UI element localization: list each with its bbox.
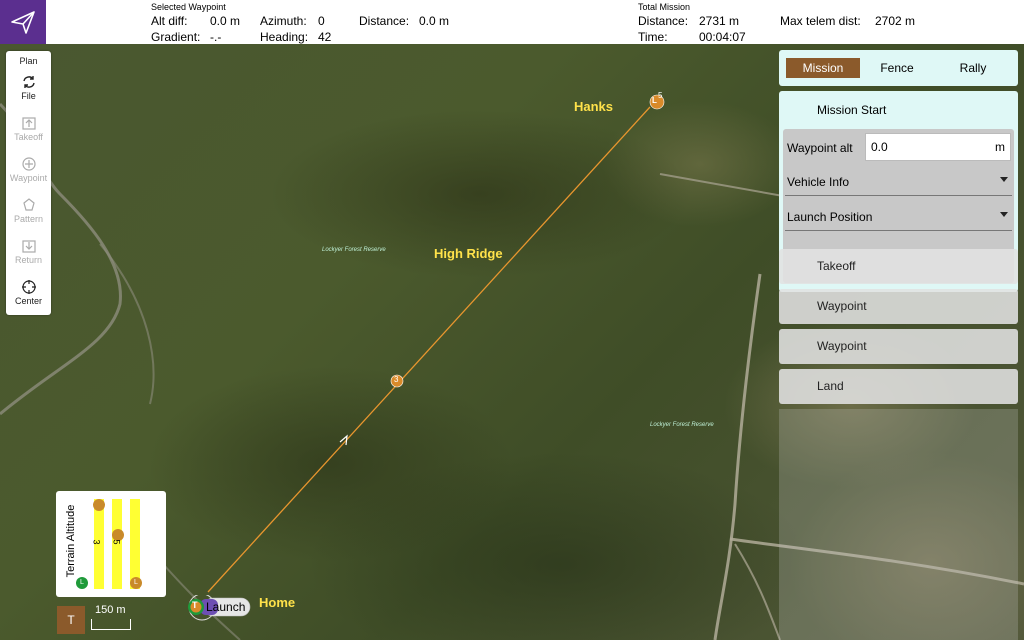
launch-position-dropdown[interactable]: Launch Position [785, 204, 1012, 231]
map-label-home: Home [259, 595, 296, 610]
heading-label: Heading: [260, 30, 309, 44]
map-label-hanks: Hanks [574, 99, 614, 114]
launch-position-label: Launch Position [787, 210, 873, 224]
terrain-waypoint-dot [93, 499, 105, 511]
mission-item-label: Waypoint [817, 299, 867, 313]
alt-diff-value: 0.0 m [210, 14, 241, 28]
mission-panel: Mission Fence Rally Mission Start Waypoi… [779, 50, 1018, 640]
pattern-button[interactable]: Pattern [6, 194, 51, 234]
waypoint-3-number[interactable]: 3 [394, 375, 398, 384]
total-mission-title: Total Mission [638, 2, 691, 12]
panel-list-area [779, 409, 1018, 640]
app-logo[interactable] [0, 0, 46, 44]
azimuth-value: 0 [318, 14, 325, 28]
top-status-bar: Selected Waypoint Alt diff: 0.0 m Gradie… [0, 0, 1024, 44]
file-button[interactable]: File [6, 71, 51, 111]
paper-plane-icon [11, 11, 35, 34]
route-line [207, 106, 651, 593]
azimuth-label: Azimuth: [260, 14, 307, 28]
terrain-toggle-button[interactable]: T [57, 606, 85, 634]
waypoint-5-number[interactable]: 5 [658, 91, 662, 100]
total-distance-value: 2731 m [699, 14, 740, 28]
distance-value: 0.0 m [419, 14, 450, 28]
mission-item-label: Waypoint [817, 339, 867, 353]
return-icon [21, 240, 36, 253]
launch-indicator[interactable]: T Launch [186, 593, 256, 632]
sync-icon [22, 76, 35, 88]
selected-waypoint-title: Selected Waypoint [151, 2, 226, 12]
takeoff-label: Takeoff [14, 132, 43, 142]
tab-mission[interactable]: Mission [786, 58, 860, 78]
waypoint-alt-label: Waypoint alt [787, 141, 853, 155]
waypoint-button[interactable]: Waypoint [6, 153, 51, 193]
max-telem-value: 2702 m [875, 14, 916, 28]
center-button[interactable]: Center [6, 276, 51, 316]
road [99, 243, 155, 405]
road [713, 273, 762, 640]
max-telem-label: Max telem dist: [780, 14, 861, 28]
mission-item-waypoint[interactable]: Waypoint [779, 329, 1018, 364]
vehicle-info-dropdown[interactable]: Vehicle Info [785, 169, 1012, 196]
time-label: Time: [638, 30, 668, 44]
vehicle-info-label: Vehicle Info [787, 175, 850, 189]
return-label: Return [14, 255, 42, 265]
chevron-down-icon [1000, 177, 1008, 182]
center-label: Center [14, 296, 42, 306]
map-label-reserve: Lockyer Forest Reserve [650, 422, 714, 428]
mission-item-label: Land [817, 379, 844, 393]
file-label: File [21, 91, 36, 101]
total-distance-label: Distance: [638, 14, 689, 28]
pattern-label: Pattern [13, 214, 44, 224]
terrain-bar [130, 499, 140, 589]
pattern-icon [22, 198, 35, 211]
takeoff-button[interactable]: Takeoff [6, 112, 51, 152]
terrain-altitude-widget: Terrain Altitude 3 5 L L [56, 491, 166, 597]
distance-label: Distance: [359, 14, 410, 28]
waypoint-alt-unit: m [995, 140, 1005, 154]
crosshair-icon [21, 280, 36, 294]
terrain-land-left: L [76, 577, 88, 589]
add-circle-icon [21, 157, 36, 171]
terrain-marker-3: 3 [91, 539, 102, 545]
waypoint-label: Waypoint [9, 173, 48, 183]
takeoff-icon [21, 117, 36, 130]
waypoint-alt-value: 0.0 [871, 140, 888, 154]
gradient-value: -.- [210, 30, 222, 44]
mission-start-title[interactable]: Mission Start [817, 103, 886, 117]
tab-rally[interactable]: Rally [934, 58, 1012, 78]
takeoff-marker-label: T [192, 600, 198, 610]
gradient-label: Gradient: [151, 30, 201, 44]
launch-label: Launch [206, 600, 246, 614]
waypoint-alt-field[interactable]: 0.0 m [865, 133, 1011, 161]
map-label-reserve: Lockyer Forest Reserve [322, 247, 386, 253]
terrain-land-right: L [130, 577, 142, 589]
road [734, 543, 781, 640]
heading-value: 42 [318, 30, 332, 44]
map-scale-label: 150 m [95, 604, 126, 616]
tab-fence[interactable]: Fence [860, 58, 934, 78]
time-value: 00:04:07 [699, 30, 746, 44]
toolbar-plan-title: Plan [6, 53, 51, 69]
terrain-altitude-title: Terrain Altitude [65, 504, 77, 578]
mission-item-land[interactable]: Land [779, 369, 1018, 404]
terrain-marker-5: 5 [111, 539, 122, 545]
mission-item-label: Takeoff [817, 259, 856, 273]
alt-diff-label: Alt diff: [151, 14, 188, 28]
plan-tabs: Mission Fence Rally [779, 50, 1018, 86]
land-marker-label: L [652, 96, 657, 105]
chevron-down-icon [1000, 212, 1008, 217]
map-scale-bar [91, 619, 131, 630]
map-label-high-ridge: High Ridge [434, 246, 503, 261]
return-button[interactable]: Return [6, 235, 51, 275]
plan-label: Plan [19, 56, 38, 66]
mission-item-waypoint[interactable]: Waypoint [779, 289, 1018, 324]
mission-item-takeoff[interactable]: Takeoff [779, 249, 1018, 284]
plan-toolbar: Plan File Takeoff Waypoint Pattern Retur… [6, 51, 51, 315]
